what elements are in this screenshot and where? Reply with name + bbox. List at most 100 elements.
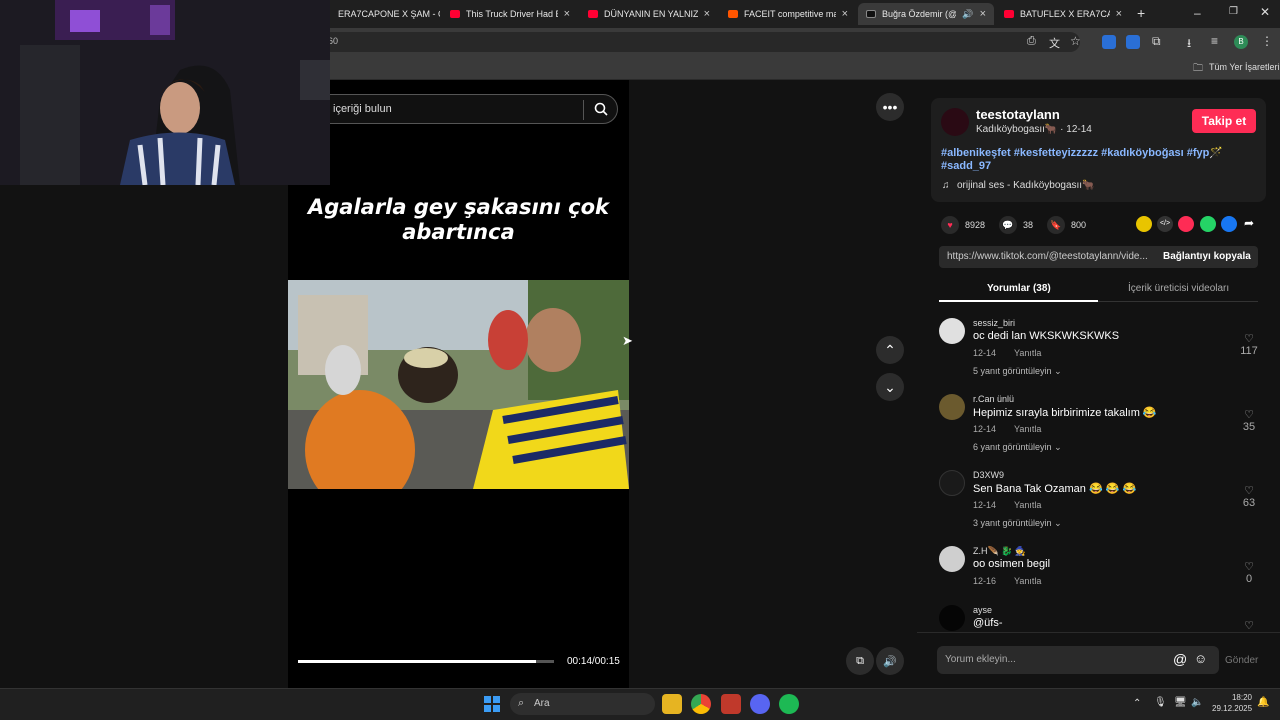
tab-creator-videos[interactable]: İçerik üreticisi videoları [1128,283,1229,294]
comment-author[interactable]: sessiz_biri [973,318,1015,328]
reply-button[interactable]: Yanıtla [1014,348,1041,358]
volume-button[interactable]: 🔊 [876,647,904,675]
view-replies-button[interactable]: 6 yanıt görüntüleyin ⌄ [973,442,1062,453]
avatar[interactable] [939,470,965,496]
star-icon[interactable]: ☆ [1070,34,1081,48]
clock-date[interactable]: 29.12.2025 [1212,704,1252,713]
clock-time[interactable]: 18:20 [1231,693,1253,702]
progress-track[interactable] [298,660,554,663]
close-icon[interactable]: × [842,8,848,20]
close-icon[interactable]: × [980,8,986,20]
sound-name[interactable]: orijinal ses - Kadıköybogasıı🐂 [957,180,1095,191]
follow-button[interactable]: Takip et [1192,109,1256,133]
share-arrow-icon[interactable]: ➦ [1244,216,1254,230]
like-stat[interactable]: ♥ 8928 [941,216,985,234]
repost-icon[interactable] [1136,216,1152,232]
profile-avatar[interactable]: B [1234,35,1248,49]
close-window-icon[interactable]: ✕ [1260,5,1270,19]
chrome-icon[interactable] [691,694,711,714]
view-replies-button[interactable]: 5 yanıt görüntüleyin ⌄ [973,366,1062,377]
next-video-button[interactable]: ⌄ [876,373,904,401]
comment-author[interactable]: r.Can ünlü [973,394,1014,404]
avatar[interactable] [939,318,965,344]
hashtags[interactable]: #sadd_97 [941,160,991,172]
reply-button[interactable]: Yanıtla [1014,576,1041,586]
menu-icon[interactable]: ⋮ [1261,34,1273,48]
whatsapp-icon[interactable] [1200,216,1216,232]
tab-title: Buğra Özdemir (@ve [882,9,957,19]
translate-icon[interactable]: 文 [1049,35,1060,51]
emoji-icon[interactable]: ☺ [1194,651,1207,666]
pip-button[interactable]: ⧉ [846,647,874,675]
view-replies-button[interactable]: 3 yanıt görüntüleyin ⌄ [973,518,1062,529]
start-button[interactable] [484,696,500,712]
all-bookmarks-link[interactable]: Tüm Yer İşaretleri [1209,62,1280,72]
more-options-button[interactable]: ••• [876,93,904,121]
search-icon[interactable] [594,102,608,116]
discord-icon[interactable] [750,694,770,714]
active-tab-indicator [939,300,1098,302]
facebook-icon[interactable] [1221,216,1237,232]
video-frame-image [288,280,629,489]
audio-icon[interactable]: 🔊 [962,9,973,20]
avatar[interactable] [939,605,965,631]
comment-author[interactable]: Z.H🪶 🐉 🧙 [973,546,1026,557]
creator-avatar[interactable] [941,108,969,136]
browser-tab[interactable]: This Truck Driver Had Eno × [442,3,578,25]
send-icon[interactable] [1178,216,1194,232]
speaker-icon[interactable]: 🔈 [1191,697,1203,708]
avatar[interactable] [939,394,965,420]
comment-input[interactable]: Yorum ekleyin... @ ☺ [937,646,1219,674]
close-icon[interactable]: × [704,8,710,20]
browser-tab-active[interactable]: Buğra Özdemir (@ve 🔊 × [858,3,994,25]
file-explorer-icon[interactable] [662,694,682,714]
creator-username[interactable]: teestotaylann [976,107,1060,122]
comment-stat[interactable]: 💬 38 [999,216,1033,234]
reply-button[interactable]: Yanıtla [1014,424,1041,434]
search-bar[interactable]: içeriği bulun [290,94,618,124]
taskbar-search[interactable]: ⌕ Ara [510,693,655,715]
tab-comments[interactable]: Yorumlar (38) [987,283,1051,294]
comment-like[interactable]: ♡ [1239,619,1259,632]
comment-like[interactable]: ♡ 35 [1239,408,1259,433]
app-icon[interactable] [721,694,741,714]
comment-like[interactable]: ♡ 117 [1239,332,1259,357]
music-icon: ♫ [942,180,950,191]
browser-tab[interactable]: BATUFLEX X ERA7CAPON × [996,3,1130,25]
browser-tab[interactable]: ERA7CAPONE X ŞAM - Öl × [330,3,440,25]
comment-like[interactable]: ♡ 63 [1239,484,1259,509]
chevron-up-icon[interactable]: ⌃ [1133,698,1141,709]
comment-like[interactable]: ♡ 0 [1239,560,1259,585]
send-button[interactable]: Gönder [1225,655,1258,666]
search-input[interactable]: içeriği bulun [333,103,392,115]
avatar[interactable] [939,546,965,572]
microphone-icon[interactable]: 🎙 [1154,697,1167,708]
browser-tab[interactable]: FACEIT competitive match × [720,3,856,25]
copy-link-button[interactable]: Bağlantıyı kopyala [1163,251,1251,262]
puzzle-icon[interactable]: ⧉ [1152,34,1161,49]
comment-author[interactable]: ayse [973,605,992,615]
network-icon[interactable]: 🖥 [1174,697,1187,708]
cast-icon[interactable]: ⎙ [1027,35,1036,48]
previous-video-button[interactable]: ⌃ [876,336,904,364]
new-tab-button[interactable]: + [1137,5,1145,21]
spotify-icon[interactable] [779,694,799,714]
extension-icon[interactable] [1126,35,1140,49]
notification-icon[interactable]: 🔔 [1257,697,1269,708]
maximize-icon[interactable]: ❐ [1229,6,1238,17]
embed-icon[interactable]: </> [1157,216,1173,232]
reply-button[interactable]: Yanıtla [1014,500,1041,510]
save-stat[interactable]: 🔖 800 [1047,216,1086,234]
download-icon[interactable]: ⭳ [1187,34,1191,55]
browser-tab[interactable]: DÜNYANIN EN YALNIZ EV × [580,3,718,25]
minimize-icon[interactable]: – [1194,6,1201,20]
hashtags[interactable]: #albenikeşfet #kesfetteyizzzzz #kadıköyb… [941,146,1223,159]
media-icon[interactable]: ≡ [1211,34,1218,48]
close-icon[interactable]: × [564,8,570,20]
address-bar[interactable]: 60 [320,32,1080,52]
close-icon[interactable]: × [1116,8,1122,20]
caption-line: abartınca [402,220,515,244]
mention-icon[interactable]: @ [1173,651,1187,667]
comment-author[interactable]: D3XW9 [973,470,1004,480]
extension-icon[interactable] [1102,35,1116,49]
